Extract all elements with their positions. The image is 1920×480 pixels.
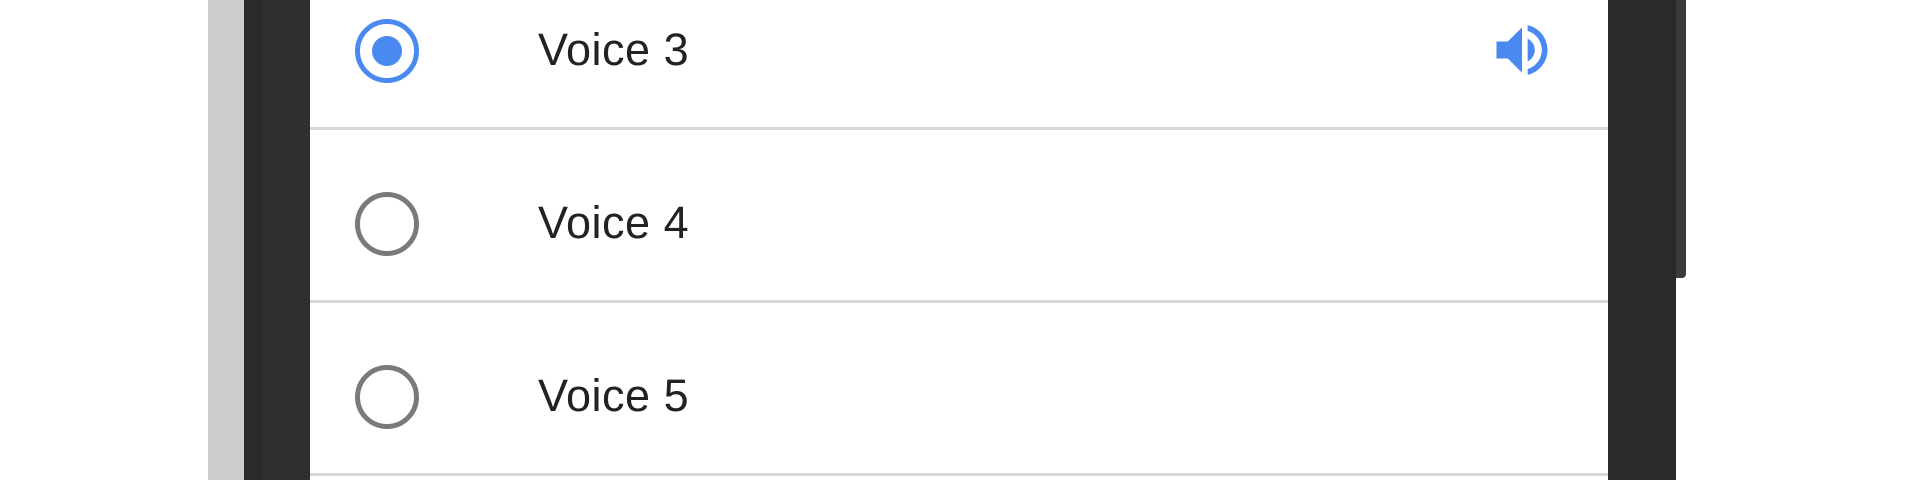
voice-option-voice-3[interactable]: Voice 3: [310, 0, 1608, 130]
voice-list: Voice 3 Voice 4 Voice 5: [310, 0, 1608, 480]
voice-label: Voice 4: [538, 197, 690, 248]
background-strip: [208, 0, 244, 480]
scrollbar-thumb[interactable]: [1676, 0, 1686, 278]
voice-option-voice-5[interactable]: Voice 5: [310, 304, 1608, 476]
volume-up-icon[interactable]: [1488, 16, 1556, 84]
voice-label: Voice 3: [538, 24, 690, 75]
radio-unchecked-icon[interactable]: [355, 192, 419, 256]
frame-edge: [262, 0, 310, 480]
radio-checked-icon[interactable]: [355, 19, 419, 83]
radio-unchecked-icon[interactable]: [355, 365, 419, 429]
radio-selected-dot: [372, 36, 402, 66]
voice-option-voice-4[interactable]: Voice 4: [310, 131, 1608, 303]
voice-label: Voice 5: [538, 370, 690, 421]
